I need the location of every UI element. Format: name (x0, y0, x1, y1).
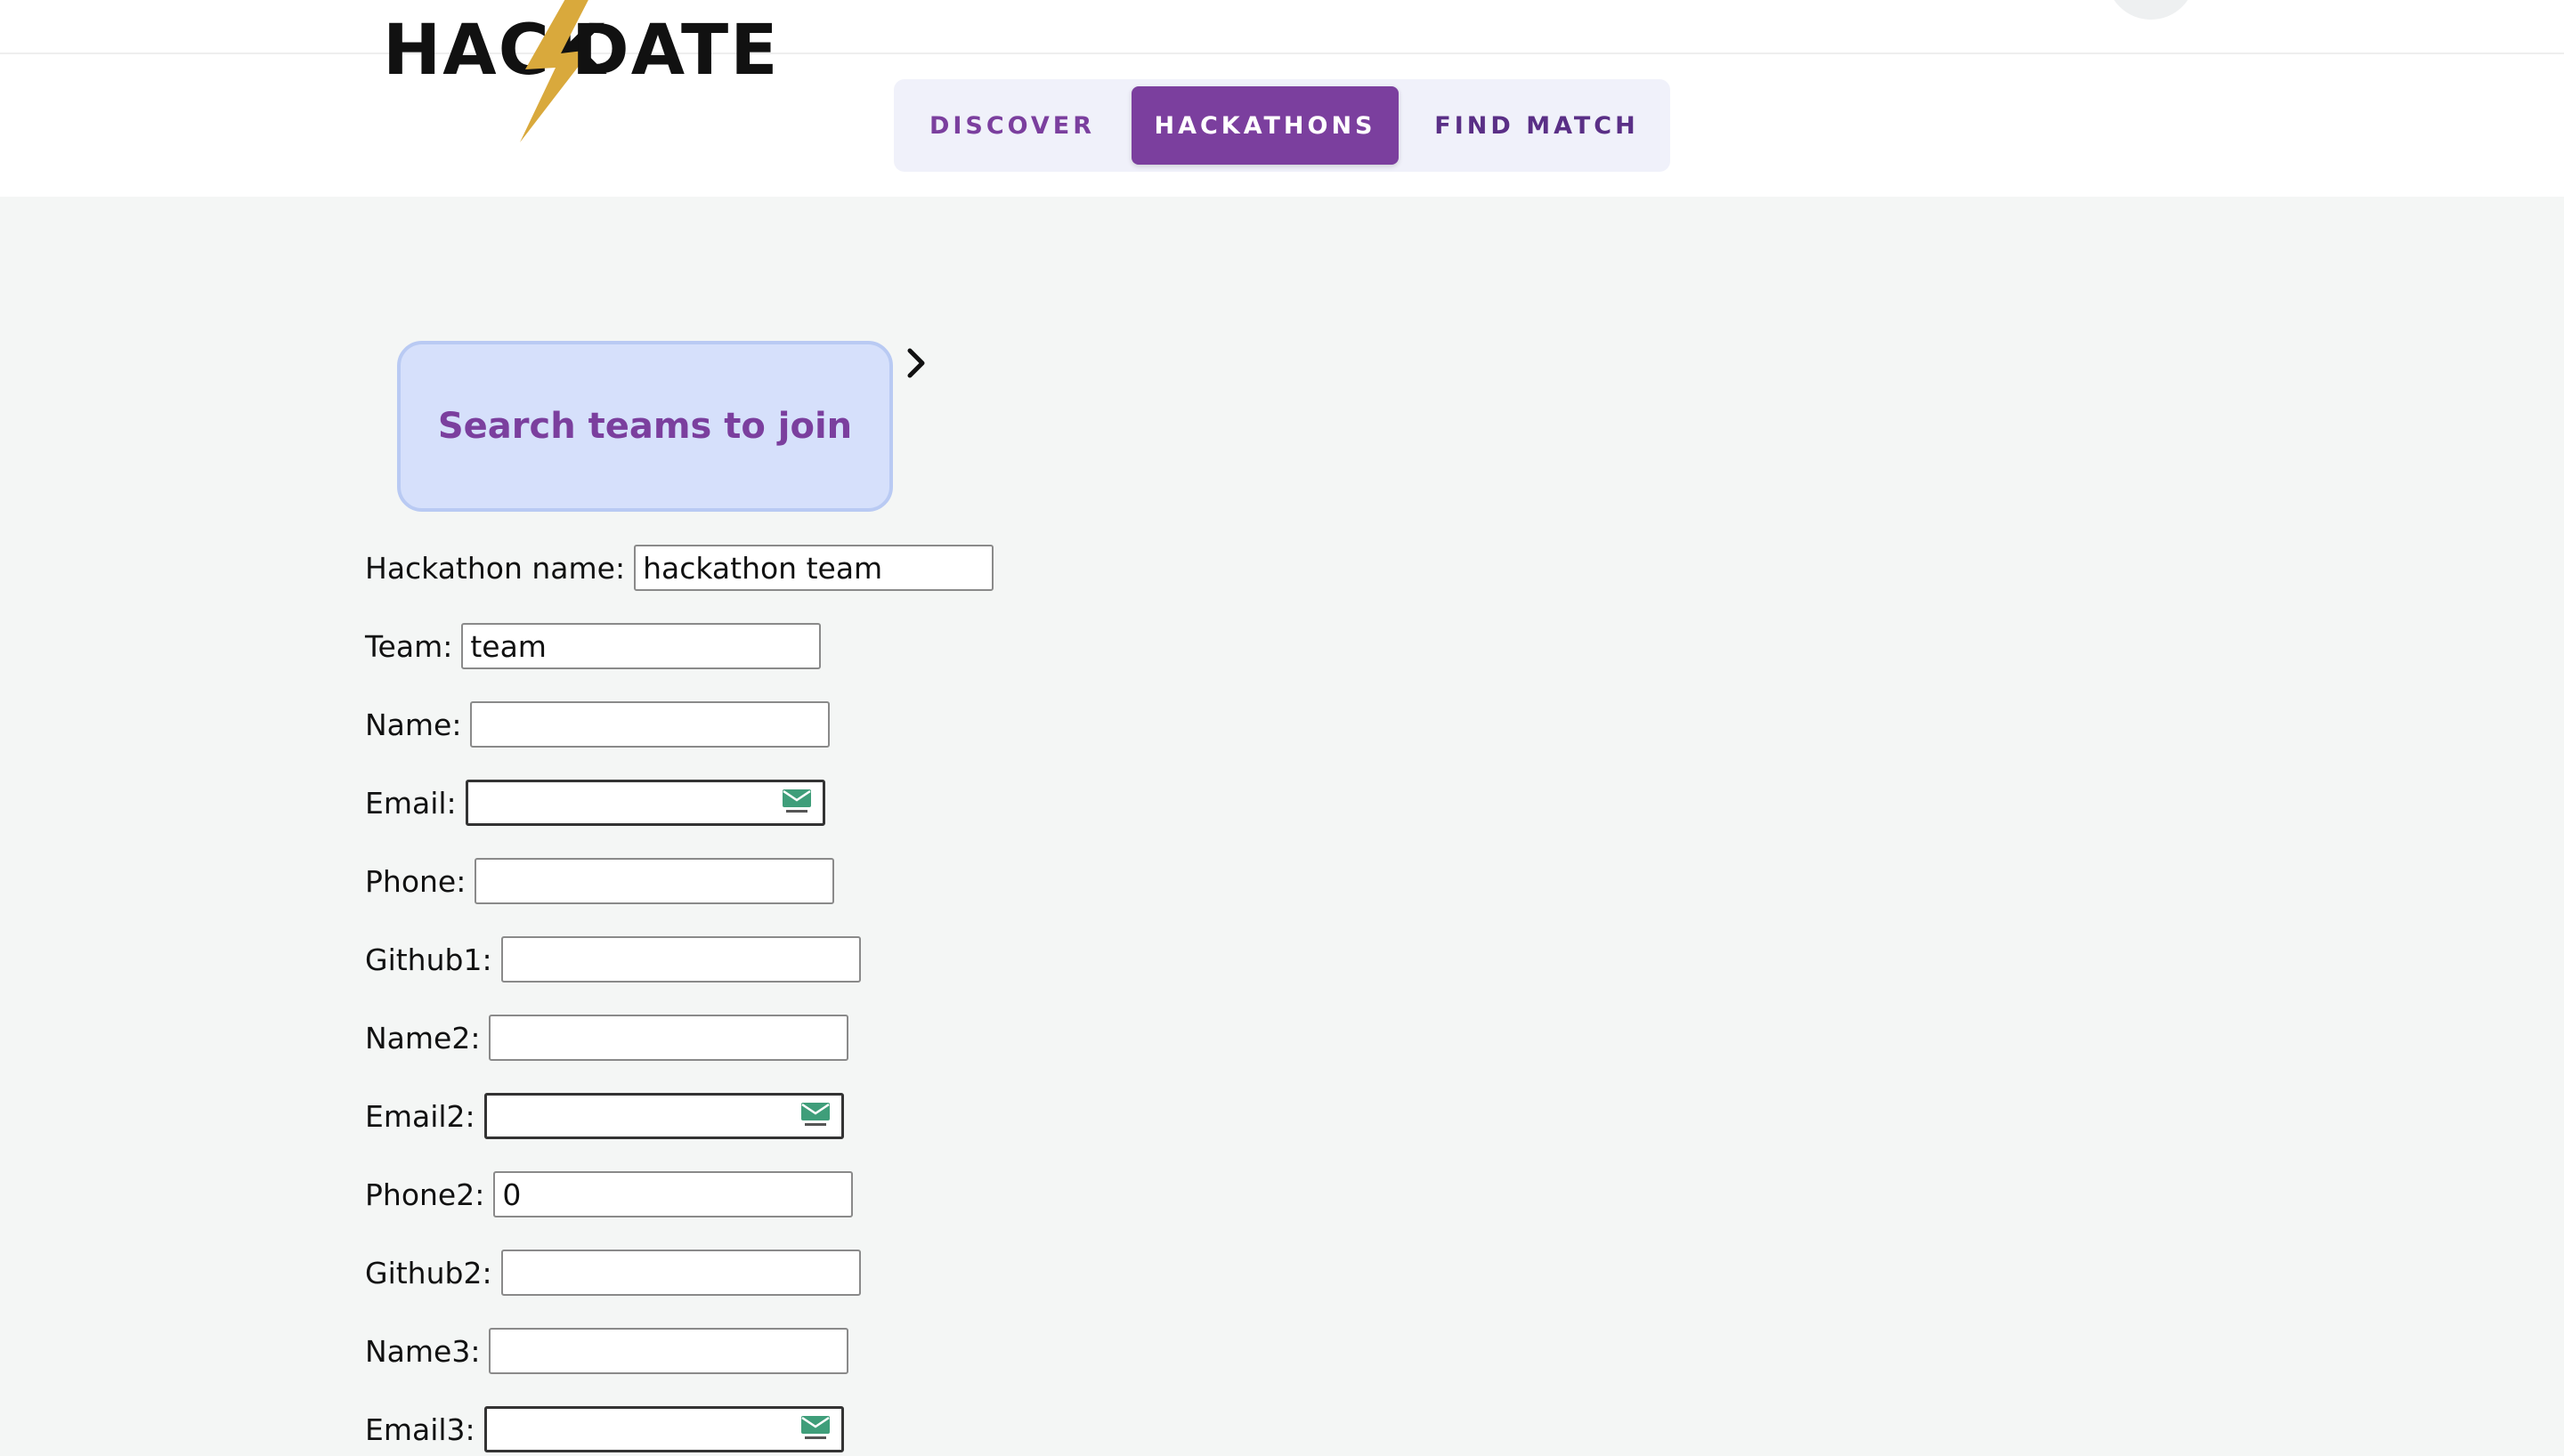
github2-input[interactable] (500, 1250, 861, 1296)
tab-find-match[interactable]: FIND MATCH (1417, 86, 1656, 165)
github2-label: Github2: (365, 1255, 492, 1290)
email3-input[interactable] (483, 1406, 844, 1452)
email3-row: Email3: (365, 1406, 844, 1452)
hackathon-name-label: Hackathon name: (365, 550, 626, 586)
phone2-label: Phone2: (365, 1177, 485, 1212)
github1-label: Github1: (365, 942, 492, 977)
name2-row: Name2: (365, 1015, 849, 1061)
name-row: Name: (365, 701, 831, 748)
name-input[interactable] (470, 701, 831, 748)
chevron-right-icon[interactable] (899, 345, 935, 381)
name3-label: Name3: (365, 1333, 481, 1369)
hackdate-logo[interactable]: HACK DATE (383, 0, 778, 142)
search-teams-card[interactable]: Search teams to join (397, 341, 893, 512)
name2-input[interactable] (489, 1015, 849, 1061)
logo-text-right: DATE (572, 11, 780, 91)
phone2-input[interactable] (493, 1171, 854, 1217)
email2-row: Email2: (365, 1093, 844, 1139)
team-input[interactable] (461, 623, 822, 669)
team-label: Team: (365, 628, 453, 664)
main-nav: DISCOVER HACKATHONS FIND MATCH (894, 79, 1670, 172)
mail-icon[interactable] (799, 1414, 832, 1443)
github1-row: Github1: (365, 936, 861, 983)
avatar[interactable] (2106, 0, 2195, 20)
email2-label: Email2: (365, 1098, 475, 1134)
github1-input[interactable] (500, 936, 861, 983)
mail-icon[interactable] (799, 1101, 832, 1129)
team-row: Team: (365, 623, 822, 669)
top-header: HACK DATE DISCOVER HACKATHONS FIND MATCH (0, 0, 2564, 197)
phone2-row: Phone2: (365, 1171, 854, 1217)
email2-field-wrapper (483, 1093, 844, 1139)
tab-discover[interactable]: DISCOVER (912, 86, 1113, 165)
mail-icon[interactable] (781, 788, 813, 816)
tab-hackathons[interactable]: HACKATHONS (1132, 86, 1399, 165)
hackathon-name-row: Hackathon name: (365, 545, 994, 591)
email3-field-wrapper (483, 1406, 844, 1452)
hackathon-name-input[interactable] (634, 545, 994, 591)
name3-row: Name3: (365, 1328, 849, 1374)
email-label: Email: (365, 785, 457, 821)
phone-label: Phone: (365, 863, 467, 899)
name-label: Name: (365, 707, 462, 742)
email2-input[interactable] (483, 1093, 844, 1139)
email3-label: Email3: (365, 1412, 475, 1447)
name2-label: Name2: (365, 1020, 481, 1056)
phone-input[interactable] (475, 858, 835, 904)
email-field-wrapper (465, 780, 825, 826)
email-input[interactable] (465, 780, 825, 826)
name3-input[interactable] (489, 1328, 849, 1374)
github2-row: Github2: (365, 1250, 861, 1296)
phone-row: Phone: (365, 858, 835, 904)
email-row: Email: (365, 780, 825, 826)
